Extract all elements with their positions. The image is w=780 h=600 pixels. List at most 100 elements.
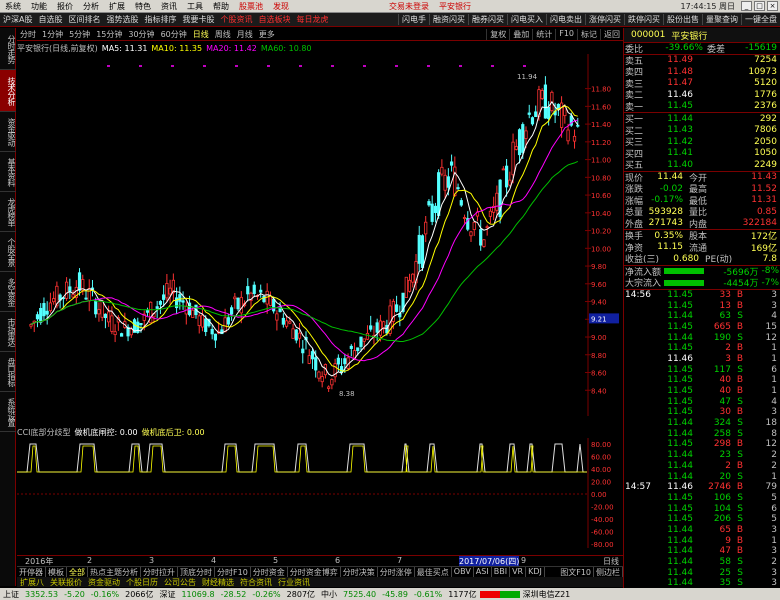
chart-action-5[interactable]: 返回	[600, 28, 623, 40]
indicator-tab-2[interactable]: 全部	[67, 567, 88, 577]
minimize-icon[interactable]: _	[741, 1, 752, 11]
indicator-tab-10[interactable]: 分时涨停	[378, 567, 415, 577]
toolbar-item-5[interactable]: 我要卡股	[179, 14, 217, 25]
toolbar-item-8[interactable]: 每日龙虎	[293, 14, 331, 25]
toolbar-action-9[interactable]: 一键全盘	[741, 14, 780, 25]
indicator-tab-13[interactable]: ASI	[474, 567, 492, 577]
sidebar-tab-4[interactable]: 龙虎榜单	[0, 192, 16, 232]
menu-system[interactable]: 系统	[0, 1, 26, 12]
toolbar-item-1[interactable]: 自选股	[35, 14, 65, 25]
menu-analysis[interactable]: 分析	[78, 1, 104, 12]
candle-body	[482, 239, 486, 247]
toolbar-item-0[interactable]: 沪深A股	[0, 14, 35, 25]
toolbar-action-2[interactable]: 融券闪买	[468, 14, 507, 25]
tick-list[interactable]: 14:56 11.45 33 B 3 11.45 13 B 3 11.44 63 S 4 11.45 665…	[624, 288, 780, 600]
period-tab-2[interactable]: 5分钟	[66, 29, 93, 40]
function-tab-2[interactable]: 资金驱动	[85, 577, 123, 587]
indicator-tab-11[interactable]: 最佳买点	[415, 567, 452, 577]
indicator-tab-4[interactable]: 分时拉升	[141, 567, 178, 577]
indicator-tab-1[interactable]: 模板	[46, 567, 67, 577]
tick-row: 11.45 47 S 4	[624, 396, 780, 407]
indicator-tab-8[interactable]: 分时资金博弈	[288, 567, 341, 577]
menu-function[interactable]: 功能	[26, 1, 52, 12]
period-tab-4[interactable]: 30分钟	[125, 29, 157, 40]
indicator-tab-12[interactable]: OBV	[452, 567, 474, 577]
candle-body	[259, 289, 263, 293]
sme-index-label[interactable]: 中小	[318, 589, 340, 600]
period-tab-3[interactable]: 15分钟	[93, 29, 125, 40]
toolbar-action-5[interactable]: 涨停闪买	[585, 14, 624, 25]
sidebar-tab-1[interactable]: 技术分析	[0, 70, 16, 112]
sz-index-label[interactable]: 深证	[156, 589, 178, 600]
indicator-tab-16[interactable]: KDJ	[526, 567, 545, 577]
menu-help[interactable]: 帮助	[208, 1, 234, 12]
login-status[interactable]: 交易未登录	[384, 1, 434, 12]
sidebar-tab-8[interactable]: 盘口指标	[0, 352, 16, 392]
indicator-tab-9[interactable]: 分时决策	[341, 567, 378, 577]
toolbar-action-7[interactable]: 股份出售	[663, 14, 702, 25]
price-tick-label: 9.00	[591, 334, 607, 342]
sidebar-tab-3[interactable]: 基本资料	[0, 152, 16, 192]
function-tab-7[interactable]: 行业资讯	[275, 577, 313, 587]
toolbar-item-4[interactable]: 指标排序	[141, 14, 179, 25]
sidebar-tab-0[interactable]: 分时走势	[0, 28, 16, 70]
menu-tools[interactable]: 工具	[182, 1, 208, 12]
chart-action-1[interactable]: 叠加	[509, 28, 532, 40]
chart-action-3[interactable]: F10	[555, 28, 577, 40]
indicator-tab-0[interactable]: 开停器	[17, 567, 46, 577]
indicator-tab-14[interactable]: BBI	[492, 567, 511, 577]
candlestick-chart[interactable]: 11.80 11.60 11.40 11.20 11.00 10.80 10.60 10.40…	[17, 54, 623, 416]
sidebar-tab-5[interactable]: 个股全景	[0, 232, 16, 272]
chart-action-0[interactable]: 复权	[486, 28, 509, 40]
toolbar-item-6[interactable]: 个股资讯	[217, 14, 255, 25]
menu-news[interactable]: 资讯	[156, 1, 182, 12]
sh-index-label[interactable]: 上证	[0, 589, 22, 600]
discover-button[interactable]: 发现	[268, 1, 294, 12]
period-tab-0[interactable]: 分时	[17, 29, 39, 40]
maximize-icon[interactable]: □	[754, 1, 765, 11]
tick-volume: 40	[719, 375, 731, 386]
period-tab-8[interactable]: 月线	[234, 29, 256, 40]
menu-extend[interactable]: 扩展	[104, 1, 130, 12]
toolbar-action-0[interactable]: 闪电手	[398, 14, 429, 25]
period-tab-6[interactable]: 日线	[190, 29, 212, 40]
function-tab-4[interactable]: 公司公告	[161, 577, 199, 587]
period-tab-1[interactable]: 1分钟	[39, 29, 66, 40]
function-tab-0[interactable]: 扩展八	[17, 577, 47, 587]
toolbar-action-3[interactable]: 闪电买入	[507, 14, 546, 25]
toolbar-item-7[interactable]: 自选板块	[255, 14, 293, 25]
indicator-chart[interactable]: 80.00 60.00 40.00 20.00 0.00 -20.00 -40.00 -60.…	[17, 438, 623, 548]
close-icon[interactable]: ×	[767, 1, 778, 11]
period-tab-9[interactable]: 更多	[256, 29, 278, 40]
function-tab-1[interactable]: 关联报价	[47, 577, 85, 587]
menu-quote[interactable]: 报价	[52, 1, 78, 12]
sidebar-tab-9[interactable]: 系统设置	[0, 392, 16, 432]
toolbar-action-8[interactable]: 量聚查询	[702, 14, 741, 25]
function-tab-5[interactable]: 财经精选	[199, 577, 237, 587]
indicator-tab-15[interactable]: VR	[510, 567, 527, 577]
indicator-tab-5[interactable]: 顶底分时	[178, 567, 215, 577]
network-status[interactable]: 深圳电信Z21	[520, 589, 574, 600]
stock-pool-button[interactable]: 股票池	[234, 1, 268, 12]
toolbar-item-2[interactable]: 区间排名	[65, 14, 103, 25]
bottom-right-0[interactable]: 图文F10	[558, 567, 594, 577]
indicator-tab-3[interactable]: 热点主题分析	[88, 567, 141, 577]
period-tab-7[interactable]: 周线	[212, 29, 234, 40]
menu-feature[interactable]: 特色	[130, 1, 156, 12]
chart-action-2[interactable]: 统计	[532, 28, 555, 40]
sidebar-tab-6[interactable]: 多空资金	[0, 272, 16, 312]
indicator-tab-6[interactable]: 分时F10	[215, 567, 251, 577]
sidebar-tab-2[interactable]: 资金驱动	[0, 112, 16, 152]
tick-count: 3	[771, 300, 777, 311]
indicator-tab-7[interactable]: 分时资金	[251, 567, 288, 577]
period-tab-5[interactable]: 60分钟	[158, 29, 190, 40]
bottom-right-1[interactable]: 侧边栏	[594, 567, 623, 577]
function-tab-6[interactable]: 符合资讯	[237, 577, 275, 587]
sidebar-tab-7[interactable]: 市场雷达	[0, 312, 16, 352]
toolbar-action-1[interactable]: 融资闪买	[429, 14, 468, 25]
toolbar-action-6[interactable]: 跌停闪买	[624, 14, 663, 25]
toolbar-action-4[interactable]: 闪电卖出	[546, 14, 585, 25]
toolbar-item-3[interactable]: 强势选股	[103, 14, 141, 25]
chart-action-4[interactable]: 标记	[577, 28, 600, 40]
function-tab-3[interactable]: 个股日历	[123, 577, 161, 587]
